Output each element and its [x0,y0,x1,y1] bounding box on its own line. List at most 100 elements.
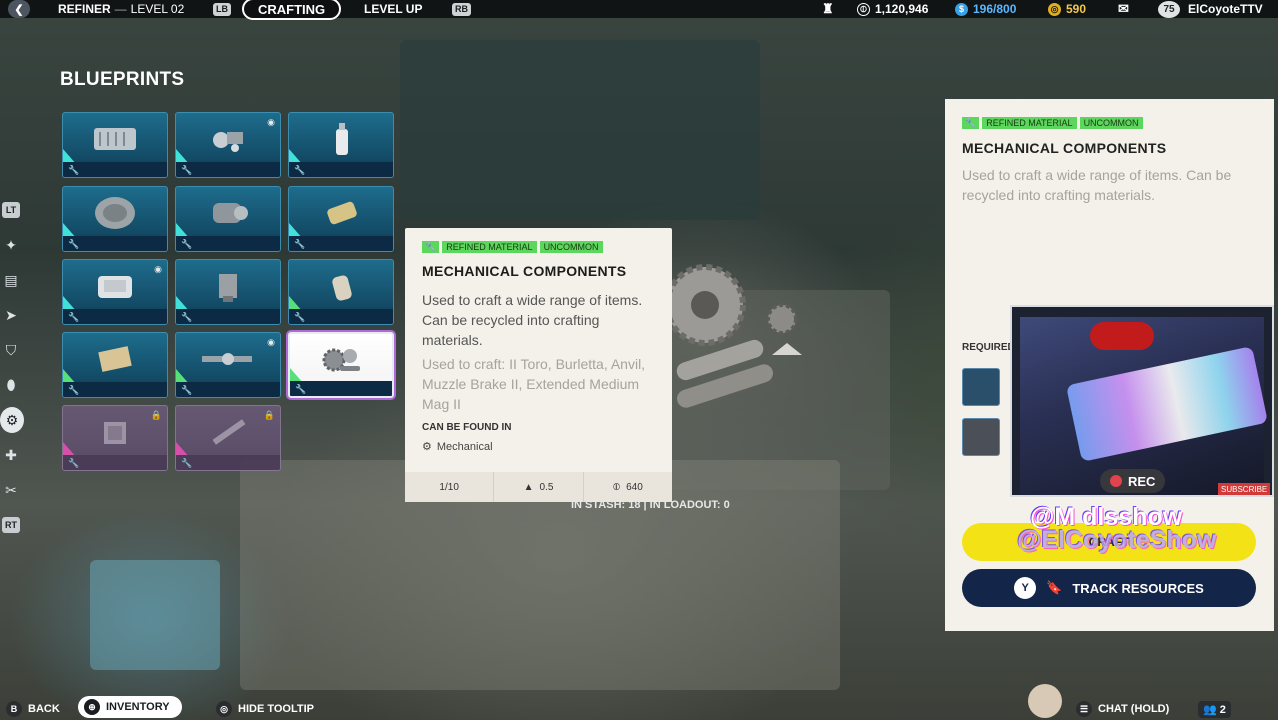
trader-icon[interactable]: ♜ [822,1,834,17]
mechanical-components-render [664,264,802,408]
blueprints-title: BLUEPRINTS [60,69,185,90]
mail-icon[interactable]: ✉ [1118,1,1129,17]
stick-key-icon: ◎ [216,701,232,717]
chip-icon [104,422,126,444]
back-arrow-button[interactable]: ❮ [8,0,30,18]
party-count: 2 [1219,703,1226,716]
value-amount: 640 [626,481,643,493]
tag-rarity: UNCOMMON [539,241,603,253]
coins-icon: ⦶ [857,2,870,16]
tag-rarity: UNCOMMON [1079,117,1143,129]
webcam-overlay: REC SUBSCRIBE [1010,305,1274,497]
chat-hint[interactable]: ☰ CHAT (HOLD) [1076,698,1169,720]
blueprint-tile[interactable]: 🔧 [62,332,168,398]
blueprint-tile[interactable]: 🔧 [62,186,168,252]
details-title: MECHANICAL COMPONENTS [962,140,1167,156]
tooltip-description: Used to craft a wide range of items. Can… [422,292,643,348]
tab-level-up[interactable]: LEVEL UP [364,2,422,16]
inventory-label: INVENTORY [106,701,170,713]
rail-weapons-icon[interactable]: ✦ [0,232,22,258]
rail-materials-icon[interactable]: ⚙ [0,407,24,433]
blueprint-tile[interactable]: 🔧 [175,186,281,252]
tag-type: REFINED MATERIAL [982,117,1077,129]
hide-tooltip-hint[interactable]: ◎ HIDE TOOLTIP [216,698,314,720]
rail-augments-icon[interactable]: ▤ [0,267,22,293]
case-icon [98,276,132,298]
rec-label: REC [1128,473,1156,489]
lb-key-hint: LB [213,2,231,16]
blueprint-tile[interactable]: ◉ 🔧 [62,259,168,325]
rail-shield-icon[interactable]: ⛉ [0,337,22,363]
canister-icon [332,275,352,301]
coin-icon: ⦶ [612,481,621,493]
rec-indicator: REC [1100,469,1166,493]
track-resources-button[interactable]: Y 🔖 TRACK RESOURCES [962,569,1256,607]
chat-label: CHAT (HOLD) [1098,703,1170,715]
blueprint-tile[interactable]: 🔧 [62,112,168,178]
stream-handle-2: @ElCoyoteShow [1017,526,1217,554]
item-tooltip: 🔧 REFINED MATERIAL UNCOMMON MECHANICAL C… [405,228,672,502]
bottle-icon [336,123,348,155]
party-icon: 👥 2 [1198,700,1231,718]
controller-image [1090,322,1154,350]
gear-icon: ⚙ [422,441,432,453]
subscribe-badge: SUBSCRIBE [1218,483,1271,495]
rt-key-hint: RT [2,517,20,533]
credits-icon: ◎ [1048,2,1061,16]
motor-icon [213,203,248,223]
wrench-icon: 🔧 [68,458,80,468]
lock-icon: 🔒 [263,410,275,420]
blueprint-tile[interactable]: ◉ 🔧 [175,112,281,178]
background-machinery [400,40,760,220]
wrench-icon: 🔧 [295,384,307,394]
tooltip-title: MECHANICAL COMPONENTS [422,263,627,279]
blueprint-tile-locked[interactable]: 🔒 🔧 [62,405,168,471]
record-dot-icon [1110,475,1122,487]
location-level: LEVEL 02 [130,2,185,16]
coins-amount: 1,120,946 [875,2,929,16]
stash-icon: $ [955,2,968,16]
tooltip-stats: 1/10 ▲ 0.5 ⦶ 640 [405,472,672,502]
username[interactable]: ElCoyoteTTV [1188,2,1263,16]
blueprint-tile[interactable]: 🔧 [288,112,394,178]
tooltip-used-to-craft: Used to craft: II Toro, Burletta, Anvil,… [422,356,646,412]
rail-medical-icon[interactable]: ✚ [0,442,22,468]
background-window [90,560,220,670]
lt-key-hint: LT [2,202,20,218]
required-item-1[interactable] [962,368,1000,406]
weight-icon: ▲ [523,481,534,493]
eye-icon: ◉ [267,117,275,127]
blueprint-tile[interactable]: 🔧 [288,186,394,252]
tab-crafting[interactable]: CRAFTING [242,0,342,20]
blueprint-tile-selected[interactable]: 🔧 [288,332,394,398]
inventory-key-icon: ⊕ [84,699,100,715]
top-bar: ❮ REFINER — LEVEL 02 LB CRAFTING LEVEL U… [0,0,1278,20]
weight-value: 0.5 [539,481,554,493]
y-key-hint: Y [1014,577,1037,599]
wrench-icon: 🔧 [181,239,193,249]
stack-size: 1/10 [439,481,459,493]
category-rail: LT ✦ ▤ ➤ ⛉ ⬮ ⚙ ✚ ✂ RT [0,197,24,547]
wrench-icon: 🔧 [68,385,80,395]
track-resources-label: TRACK RESOURCES [1072,580,1204,596]
rail-consumables-icon[interactable]: ⬮ [0,372,22,398]
chat-key-icon: ☰ [1076,701,1092,717]
battery-icon [327,201,357,225]
back-hint[interactable]: B BACK [6,698,60,720]
rail-tools-icon[interactable]: ✂ [0,477,22,503]
blueprint-tile-locked[interactable]: 🔒 🔧 [175,405,281,471]
party-count-badge[interactable]: 👥 2 [1198,698,1231,720]
wrench-icon: 🔧 [181,312,193,322]
party-avatar[interactable] [1028,684,1062,718]
blueprint-tile[interactable]: 🔧 [175,259,281,325]
found-in-label: CAN BE FOUND IN [422,422,512,433]
inventory-button[interactable]: ⊕ INVENTORY [78,696,182,718]
blueprint-tile[interactable]: ◉ 🔧 [175,332,281,398]
required-item-2[interactable] [962,418,1000,456]
gears-icon [322,348,360,372]
blueprint-tile[interactable]: 🔧 [288,259,394,325]
rail-mods-icon[interactable]: ➤ [0,302,22,328]
eye-icon: ◉ [154,264,162,274]
wrench-icon: 🔧 [294,165,306,175]
tag-type: REFINED MATERIAL [442,241,537,253]
